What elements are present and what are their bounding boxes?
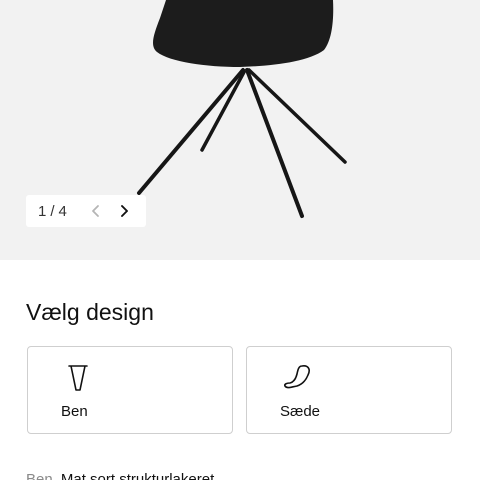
chair-leg-front-right	[245, 68, 304, 218]
spec-key: Ben	[26, 471, 53, 480]
design-option-seat[interactable]: Sæde	[246, 346, 452, 434]
chair-leg-icon	[68, 365, 88, 391]
image-counter-total: 4	[58, 202, 67, 220]
chair-seat-icon	[284, 365, 310, 389]
image-counter-separator: /	[50, 202, 55, 220]
design-section-title: Vælg design	[26, 299, 154, 325]
previous-image-button[interactable]	[86, 201, 106, 221]
spec-value: Mat sort strukturlakeret	[60, 471, 215, 480]
product-page: 1 / 4 Vælg design Ben Sæde Ben Mat sort …	[0, 0, 480, 480]
chevron-left-icon	[92, 205, 99, 217]
design-option-seat-label: Sæde	[280, 403, 321, 420]
chair-leg-front-left	[137, 68, 245, 195]
image-counter-current: 1	[38, 202, 47, 220]
next-image-button[interactable]	[114, 201, 134, 221]
selected-spec: Ben Mat sort strukturlakeret	[26, 471, 214, 480]
image-counter: 1 / 4	[38, 203, 67, 220]
chevron-right-icon	[121, 205, 128, 217]
image-pager: 1 / 4	[26, 195, 146, 227]
product-gallery[interactable]: 1 / 4	[0, 0, 480, 260]
design-option-legs[interactable]: Ben	[27, 346, 233, 434]
design-option-legs-label: Ben	[61, 403, 88, 420]
chair-seat-shape	[153, 0, 334, 67]
